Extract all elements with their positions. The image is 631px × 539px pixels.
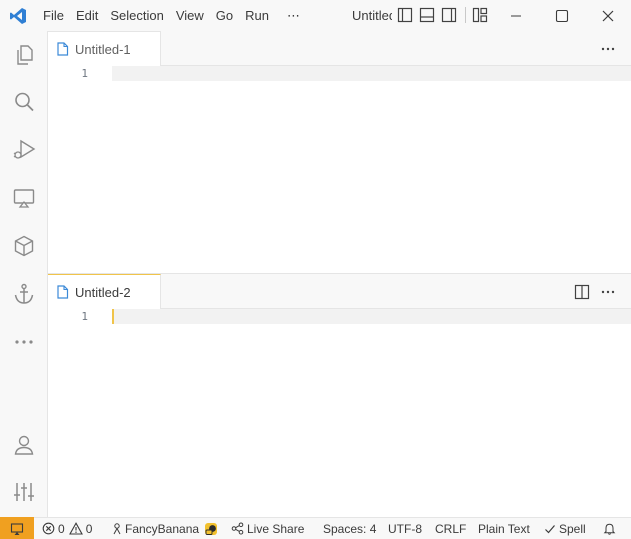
- title-separator: [465, 7, 466, 23]
- current-line-highlight: [112, 66, 631, 81]
- menu-edit[interactable]: Edit: [70, 0, 104, 31]
- tab-bar: Untitled-1: [48, 31, 631, 66]
- menu-selection[interactable]: Selection: [104, 0, 169, 31]
- toggle-primary-sidebar-icon[interactable]: [396, 6, 414, 24]
- menu-run[interactable]: Run: [239, 0, 275, 31]
- line-number: 1: [81, 67, 88, 80]
- customize-layout-icon[interactable]: [471, 6, 489, 24]
- tab-untitled-2[interactable]: Untitled-2: [48, 274, 161, 309]
- status-bar: 0 0 FancyBanana Live Share Spaces: 4 UTF…: [0, 517, 631, 539]
- error-icon: [42, 522, 55, 535]
- menu-go[interactable]: Go: [210, 0, 239, 31]
- user-name: FancyBanana: [125, 521, 200, 536]
- check-icon: [544, 523, 556, 535]
- tab-untitled-1[interactable]: Untitled-1: [48, 31, 161, 66]
- menu-file[interactable]: File: [37, 0, 70, 31]
- more-actions-icon[interactable]: [598, 282, 618, 302]
- tab-label: Untitled-1: [75, 41, 131, 57]
- vscode-logo-icon: [0, 0, 35, 31]
- spell-label: Spell: [559, 521, 586, 536]
- toggle-secondary-sidebar-icon[interactable]: [440, 6, 458, 24]
- tab-label: Untitled-2: [75, 284, 131, 300]
- maximize-icon[interactable]: [539, 0, 585, 31]
- minimize-icon[interactable]: [493, 0, 539, 31]
- language-mode-indicator[interactable]: Plain Text: [478, 518, 530, 539]
- error-count: 0: [58, 521, 65, 536]
- eol-indicator[interactable]: CRLF: [435, 518, 466, 539]
- accounts-icon[interactable]: [0, 421, 48, 469]
- text-cursor: [112, 309, 114, 324]
- run-debug-icon[interactable]: [0, 126, 48, 174]
- search-icon[interactable]: [0, 78, 48, 126]
- line-number: 1: [81, 310, 88, 323]
- manage-icon[interactable]: [0, 468, 48, 516]
- warning-icon: [68, 522, 83, 535]
- activity-bar: [0, 31, 48, 517]
- problems-indicator[interactable]: 0 0: [42, 518, 92, 539]
- tab-bar: Untitled-2: [48, 274, 631, 309]
- live-share-button[interactable]: Live Share: [231, 518, 304, 539]
- title-bar: File Edit Selection View Go Run ⋯ Untitl…: [0, 0, 631, 31]
- anchor-icon[interactable]: [0, 270, 48, 318]
- account-icon: [112, 522, 122, 535]
- extensions-icon[interactable]: [0, 222, 48, 270]
- toggle-panel-icon[interactable]: [418, 6, 436, 24]
- indentation-indicator[interactable]: Spaces: 4: [323, 518, 376, 539]
- menu-more[interactable]: ⋯: [281, 0, 306, 31]
- window-title: Untitled-2: [352, 8, 392, 23]
- warning-count: 0: [85, 521, 93, 536]
- user-avatar-icon: [204, 522, 218, 536]
- file-icon: [56, 42, 69, 56]
- more-actions-icon[interactable]: [598, 39, 618, 59]
- editor-group-1: Untitled-1 1: [48, 31, 631, 273]
- remote-explorer-icon[interactable]: [0, 174, 48, 222]
- user-indicator[interactable]: FancyBanana: [112, 518, 218, 539]
- explorer-icon[interactable]: [0, 31, 48, 79]
- encoding-indicator[interactable]: UTF-8: [388, 518, 422, 539]
- live-share-label: Live Share: [247, 521, 305, 536]
- menu-view[interactable]: View: [170, 0, 210, 31]
- current-line-highlight: [112, 309, 631, 324]
- editor-group-2: Untitled-2 1: [48, 273, 631, 517]
- live-share-icon: [231, 522, 244, 535]
- file-icon: [56, 285, 69, 299]
- spell-check-indicator[interactable]: Spell: [544, 518, 586, 539]
- split-editor-icon[interactable]: [572, 282, 592, 302]
- remote-indicator-icon[interactable]: [0, 517, 34, 539]
- notifications-bell-icon[interactable]: [603, 518, 616, 539]
- close-icon[interactable]: [585, 0, 631, 31]
- more-icon[interactable]: [0, 318, 48, 366]
